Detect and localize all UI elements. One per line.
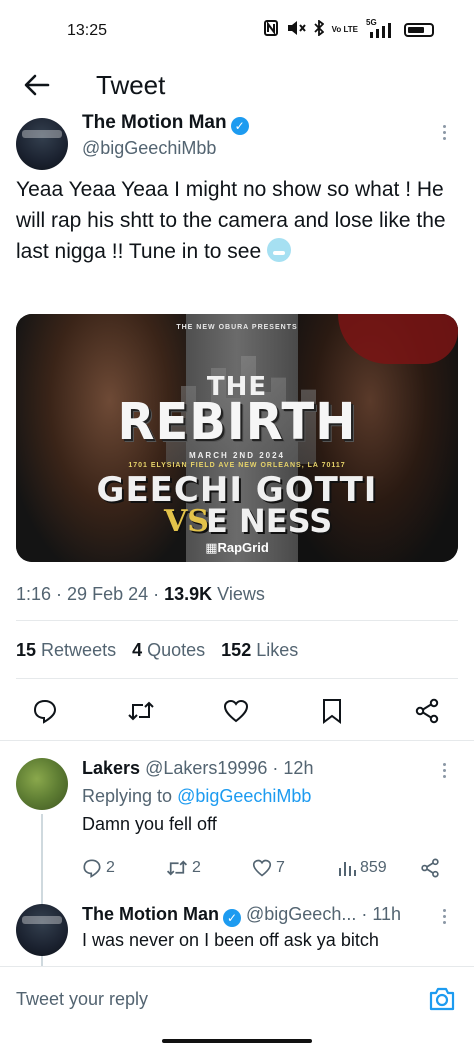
reply-header: The Motion Man ✓ @bigGeech... · 11h [82, 904, 402, 927]
bluetooth-icon [313, 19, 324, 39]
5g-signal-icon: 5G [366, 18, 396, 38]
more-options-button[interactable] [434, 122, 454, 142]
retweet-icon [166, 860, 188, 876]
reply-retweets-count: 2 [192, 859, 201, 876]
comment-icon [83, 859, 101, 878]
views-label: Views [217, 584, 265, 604]
reply-text: I was never on I been off ask ya bitch [82, 930, 379, 950]
home-indicator[interactable] [162, 1039, 312, 1043]
reply-likes-count: 7 [276, 859, 285, 876]
reply-like-button[interactable]: 7 [252, 856, 285, 880]
avatar[interactable] [16, 758, 68, 810]
reply-retweet-button[interactable]: 2 [166, 856, 201, 880]
reply-author-name[interactable]: The Motion Man [82, 904, 219, 924]
back-button[interactable] [20, 68, 54, 102]
status-time: 13:25 [67, 22, 108, 39]
volte-icon: Vo LTE [331, 24, 358, 34]
reply-header: Lakers @Lakers19996 · 12h [82, 758, 314, 778]
top-app-bar: Tweet [0, 52, 474, 118]
more-options-button[interactable] [434, 906, 454, 926]
more-options-button[interactable] [434, 760, 454, 780]
reply-replies-count: 2 [106, 859, 115, 876]
verified-badge-icon: ✓ [230, 117, 249, 135]
retweets-label: Retweets [41, 640, 117, 660]
media-brand-text: RapGrid [217, 540, 269, 555]
divider [16, 620, 458, 621]
tweet-text-body: Yeaa Yeaa Yeaa I might no show so what !… [16, 178, 446, 263]
status-bar: 13:25 Vo LTE 5G [0, 0, 474, 52]
avatar[interactable] [16, 118, 68, 170]
reply-actions: 2 2 7 859 [82, 856, 442, 880]
tweet-media-image[interactable]: THE NEW OBURA PRESENTS THE REBIRTH MARCH… [16, 314, 458, 562]
media-brand: ▦RapGrid [205, 540, 269, 555]
divider [0, 740, 474, 741]
reply-time: 12h [283, 758, 314, 778]
bookmark-button[interactable] [317, 696, 347, 726]
quotes-count: 4 [132, 640, 143, 660]
tweet-date: 29 Feb 24 [67, 584, 149, 604]
reply-views-button[interactable]: 859 [338, 856, 387, 880]
quotes-stat[interactable]: 4 Quotes [132, 640, 205, 661]
media-vs: VS [164, 504, 209, 539]
author-name[interactable]: The Motion Man ✓ [82, 112, 249, 135]
retweet-button[interactable] [126, 696, 156, 726]
cold-face-emoji-icon [267, 238, 292, 262]
reply-compose-bar: Tweet your reply [0, 966, 474, 1026]
verified-badge-icon: ✓ [222, 909, 241, 927]
views-icon [339, 862, 356, 876]
reply-views-count: 859 [360, 859, 387, 876]
reply-button[interactable] [30, 696, 60, 726]
likes-label: Likes [256, 640, 299, 660]
heart-icon [223, 699, 249, 723]
reply-author-handle[interactable]: @Lakers19996 [145, 758, 267, 778]
heart-icon [252, 859, 272, 877]
retweet-icon [128, 701, 154, 721]
tweet-actions [16, 696, 458, 726]
share-icon [421, 858, 439, 878]
media-presents: THE NEW OBURA PRESENTS [176, 324, 298, 331]
camera-button[interactable] [428, 987, 456, 1011]
author-name-text: The Motion Man [82, 112, 227, 133]
mute-icon [286, 20, 306, 39]
reply-author-handle[interactable]: @bigGeech... [246, 904, 356, 924]
page-title: Tweet [96, 70, 166, 100]
media-date: MARCH 2ND 2024 [188, 451, 286, 460]
tweet-text: Yeaa Yeaa Yeaa I might no show so what !… [16, 174, 462, 267]
reply-input[interactable]: Tweet your reply [16, 989, 148, 1010]
retweets-stat[interactable]: 15 Retweets [16, 640, 116, 661]
likes-stat[interactable]: 152 Likes [221, 640, 298, 661]
share-icon [415, 698, 439, 724]
author-handle[interactable]: @bigGeechiMbb [82, 138, 216, 159]
battery-icon [404, 22, 434, 37]
bookmark-icon [323, 699, 341, 724]
divider [16, 678, 458, 679]
status-icons: Vo LTE 5G [263, 18, 434, 39]
reply-author-name[interactable]: Lakers [82, 758, 140, 778]
media-address: 1701 ELYSIAN FIELD AVE NEW ORLEANS, LA 7… [128, 462, 346, 469]
share-button[interactable] [412, 696, 442, 726]
replying-to: Replying to @bigGeechiMbb [82, 786, 311, 807]
tweet-meta: 1:16 · 29 Feb 24 · 13.9K Views [16, 584, 265, 604]
media-title-big: REBIRTH [117, 392, 357, 452]
reply-reply-button[interactable]: 2 [82, 856, 115, 880]
replying-label: Replying to [82, 786, 173, 806]
reply-share-button[interactable] [420, 856, 440, 880]
comment-icon [33, 699, 57, 724]
retweets-count: 15 [16, 640, 37, 660]
media-line2: E NESS [206, 502, 333, 540]
views-count: 13.9K [164, 584, 213, 604]
quotes-label: Quotes [147, 640, 206, 660]
arrow-left-icon [24, 74, 50, 96]
nfc-icon [263, 20, 278, 39]
replying-to-link[interactable]: @bigGeechiMbb [177, 786, 311, 806]
reply-text: Damn you fell off [82, 814, 217, 834]
tweet-stats: 15 Retweets 4 Quotes 152 Likes [16, 640, 298, 661]
avatar[interactable] [16, 904, 68, 956]
likes-count: 152 [221, 640, 252, 660]
like-button[interactable] [221, 696, 251, 726]
reply-time: 11h [372, 904, 402, 924]
tweet-time: 1:16 [16, 584, 52, 604]
camera-icon [429, 987, 455, 1011]
